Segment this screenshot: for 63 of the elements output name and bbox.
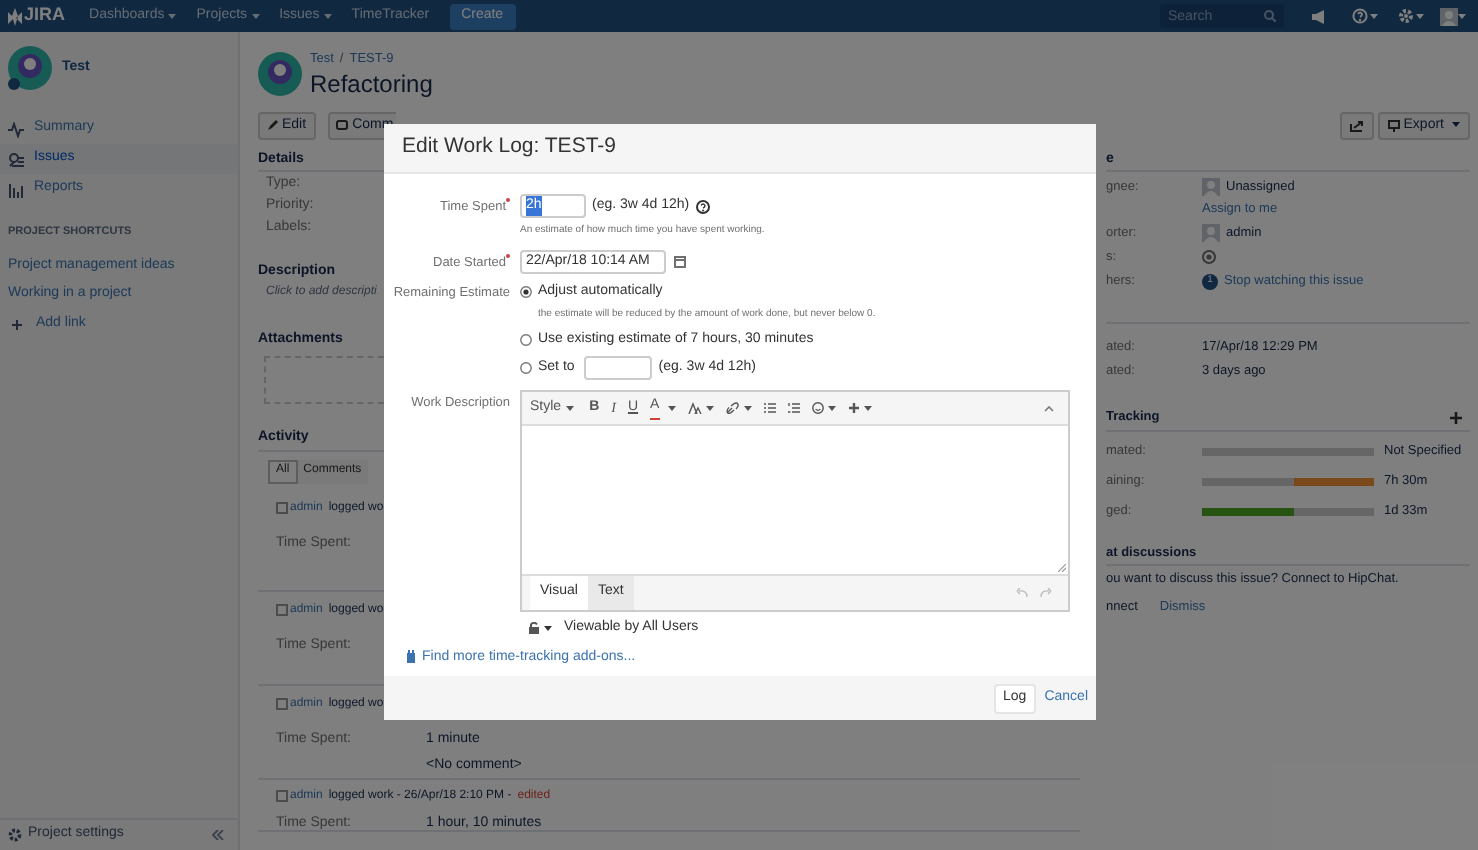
logo-text[interactable]: JIRA	[24, 2, 66, 30]
plus-icon	[847, 402, 860, 414]
search-icon	[1264, 10, 1276, 22]
visibility-dropdown[interactable]	[528, 622, 552, 635]
caret-icon	[667, 405, 676, 411]
caret-icon	[1458, 13, 1466, 19]
plus-icon	[1450, 412, 1462, 425]
speech-bubble-icon	[336, 119, 349, 132]
caret-icon	[1452, 122, 1460, 129]
emoticon-icon	[811, 402, 824, 414]
radio-button[interactable]	[520, 333, 532, 346]
caret-icon	[705, 405, 714, 411]
undo-icon	[1016, 588, 1028, 598]
project-avatar-icon	[258, 51, 302, 96]
redo-icon	[1040, 588, 1052, 598]
nav-icon	[8, 181, 24, 197]
caret-icon	[743, 405, 752, 411]
collapse-icon	[212, 830, 224, 840]
radio-button[interactable]	[520, 285, 532, 298]
avatar-icon	[1440, 7, 1458, 25]
pencil-icon	[268, 120, 278, 131]
caret-icon	[1416, 13, 1424, 19]
avatar-icon	[1202, 178, 1220, 197]
radio-button[interactable]	[520, 362, 532, 374]
caret-icon	[827, 405, 836, 411]
calendar-icon	[674, 255, 686, 267]
bullet-list-icon	[763, 402, 776, 414]
project-avatar-icon	[8, 46, 52, 90]
logo-icon	[8, 7, 22, 25]
plugin-icon	[406, 650, 416, 665]
vote-icon	[1202, 250, 1216, 265]
caret-icon	[168, 13, 177, 19]
lock-icon	[528, 622, 540, 635]
dialog-title: Edit Work Log: TEST-9	[384, 124, 1096, 174]
share-button[interactable]	[1339, 111, 1374, 140]
help-icon	[695, 199, 710, 213]
caret-icon	[323, 13, 332, 19]
caret-icon	[544, 625, 552, 632]
caret-icon	[1370, 13, 1378, 19]
caret-icon	[251, 13, 260, 19]
resize-handle-icon	[1058, 564, 1066, 572]
issue-title: Refactoring	[310, 69, 433, 98]
text-size-icon	[687, 402, 702, 414]
avatar-icon	[276, 502, 288, 515]
nav-icon	[8, 121, 24, 137]
avatar-icon	[276, 698, 288, 711]
settings-icon	[8, 828, 22, 842]
share-icon	[1349, 119, 1364, 132]
numbered-list-icon	[787, 402, 800, 414]
avatar-icon	[276, 604, 288, 617]
monitor-icon	[1387, 119, 1400, 132]
avatar-icon	[1202, 224, 1220, 243]
link-icon	[725, 402, 740, 414]
avatar-icon	[276, 790, 288, 803]
nav-icon	[8, 151, 24, 167]
collapse-icon	[1044, 405, 1054, 411]
help-icon	[1352, 8, 1368, 24]
settings-icon	[1398, 8, 1414, 24]
megaphone-icon	[1312, 9, 1328, 23]
caret-icon	[565, 405, 574, 411]
plus-icon	[12, 319, 22, 330]
set-estimate-field[interactable]	[584, 356, 653, 380]
caret-icon	[863, 405, 872, 411]
